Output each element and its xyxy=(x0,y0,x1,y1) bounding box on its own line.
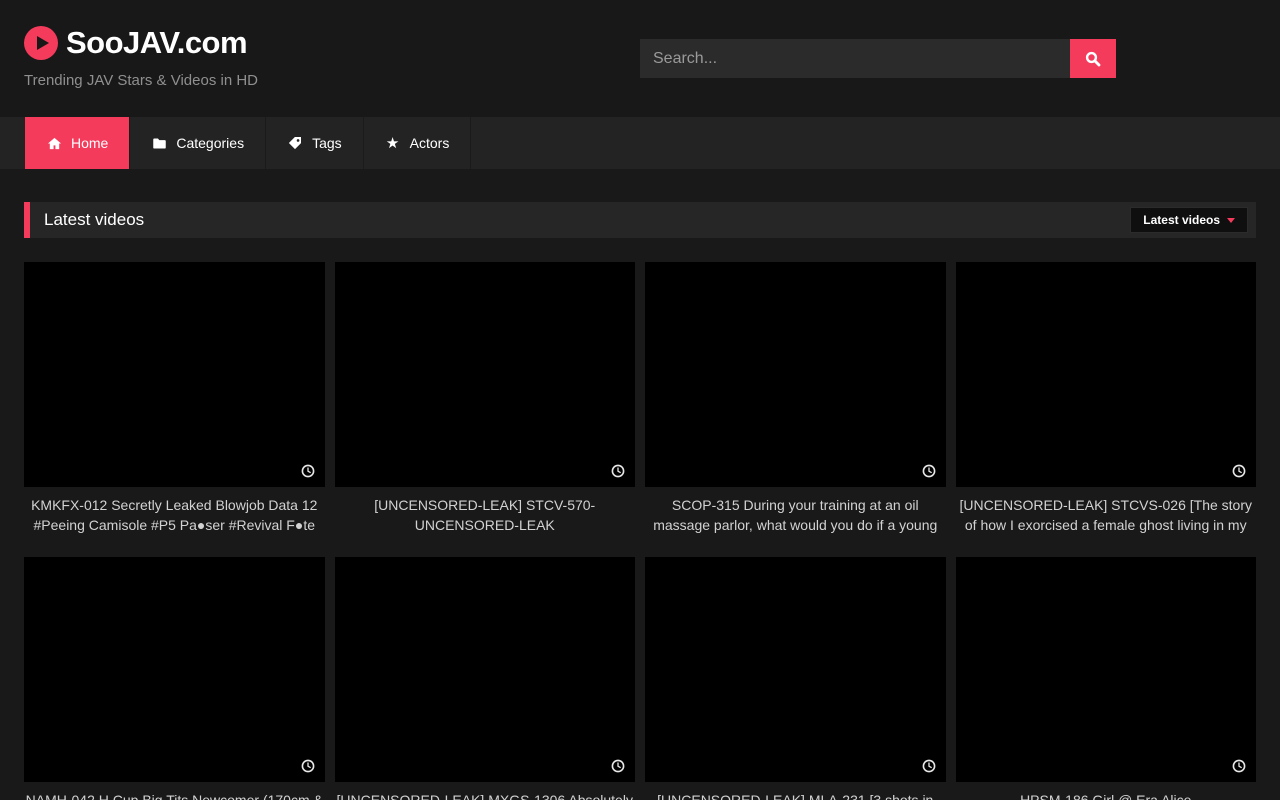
video-card[interactable]: KMKFX-012 Secretly Leaked Blowjob Data 1… xyxy=(24,262,325,535)
search-icon xyxy=(1085,51,1101,67)
sort-dropdown[interactable]: Latest videos xyxy=(1130,207,1248,233)
duration-clock-icon xyxy=(1232,464,1246,478)
video-thumbnail[interactable] xyxy=(645,557,946,782)
video-title[interactable]: NAMH-042 H Cup Big Tits Newcomer (170cm … xyxy=(24,790,325,800)
video-grid: KMKFX-012 Secretly Leaked Blowjob Data 1… xyxy=(24,262,1256,800)
video-title[interactable]: [UNCENSORED-LEAK] MXGS-1306 Absolutely xyxy=(335,790,636,800)
duration-clock-icon xyxy=(922,759,936,773)
video-title[interactable]: HPSM-186 Girl @ Era Alice xyxy=(956,790,1257,800)
sort-dropdown-label: Latest videos xyxy=(1143,213,1220,227)
search-bar xyxy=(640,39,1116,78)
section-header: Latest videos Latest videos xyxy=(24,202,1256,238)
video-title[interactable]: [UNCENSORED-LEAK] STCV-570-UNCENSORED-LE… xyxy=(335,495,636,535)
search-button[interactable] xyxy=(1070,39,1116,78)
video-card[interactable]: [UNCENSORED-LEAK] MXGS-1306 Absolutely xyxy=(335,557,636,800)
nav-item-label: Categories xyxy=(176,135,244,151)
video-thumbnail[interactable] xyxy=(335,557,636,782)
section-title: Latest videos xyxy=(44,210,144,230)
nav-item-label: Actors xyxy=(410,135,450,151)
video-thumbnail[interactable] xyxy=(645,262,946,487)
nav-item-label: Home xyxy=(71,135,108,151)
video-card[interactable]: NAMH-042 H Cup Big Tits Newcomer (170cm … xyxy=(24,557,325,800)
nav-item-categories[interactable]: Categories xyxy=(130,117,266,169)
duration-clock-icon xyxy=(1232,759,1246,773)
site-logo[interactable]: SooJAV.com xyxy=(24,25,247,61)
site-header: SooJAV.com Trending JAV Stars & Videos i… xyxy=(0,0,1280,117)
chevron-down-icon xyxy=(1227,218,1235,223)
duration-clock-icon xyxy=(922,464,936,478)
video-thumbnail[interactable] xyxy=(24,262,325,487)
video-thumbnail[interactable] xyxy=(24,557,325,782)
video-title[interactable]: SCOP-315 During your training at an oil … xyxy=(645,495,946,535)
site-title: SooJAV.com xyxy=(66,25,247,61)
search-input[interactable] xyxy=(640,39,1070,78)
nav-item-home[interactable]: Home xyxy=(25,117,130,169)
video-card[interactable]: SCOP-315 During your training at an oil … xyxy=(645,262,946,535)
duration-clock-icon xyxy=(301,759,315,773)
video-title[interactable]: KMKFX-012 Secretly Leaked Blowjob Data 1… xyxy=(24,495,325,535)
video-title[interactable]: [UNCENSORED-LEAK] MLA-231 [3 shots in xyxy=(645,790,946,800)
tag-icon xyxy=(287,135,303,151)
duration-clock-icon xyxy=(301,464,315,478)
folder-icon xyxy=(151,135,167,151)
video-card[interactable]: [UNCENSORED-LEAK] STCV-570-UNCENSORED-LE… xyxy=(335,262,636,535)
video-thumbnail[interactable] xyxy=(956,557,1257,782)
nav-item-label: Tags xyxy=(312,135,342,151)
video-title[interactable]: [UNCENSORED-LEAK] STCVS-026 [The story o… xyxy=(956,495,1257,535)
site-tagline: Trending JAV Stars & Videos in HD xyxy=(24,72,258,89)
main-content: Latest videos Latest videos KMKFX-012 Se… xyxy=(24,202,1256,800)
video-card[interactable]: [UNCENSORED-LEAK] MLA-231 [3 shots in xyxy=(645,557,946,800)
main-nav: Home Categories Tags ★ Actors xyxy=(0,117,1280,169)
star-icon: ★ xyxy=(385,135,401,151)
video-thumbnail[interactable] xyxy=(335,262,636,487)
video-card[interactable]: HPSM-186 Girl @ Era Alice xyxy=(956,557,1257,800)
video-thumbnail[interactable] xyxy=(956,262,1257,487)
nav-item-tags[interactable]: Tags xyxy=(266,117,364,169)
video-card[interactable]: [UNCENSORED-LEAK] STCVS-026 [The story o… xyxy=(956,262,1257,535)
home-icon xyxy=(46,135,62,151)
nav-item-actors[interactable]: ★ Actors xyxy=(364,117,472,169)
duration-clock-icon xyxy=(611,759,625,773)
play-icon xyxy=(24,26,58,60)
duration-clock-icon xyxy=(611,464,625,478)
